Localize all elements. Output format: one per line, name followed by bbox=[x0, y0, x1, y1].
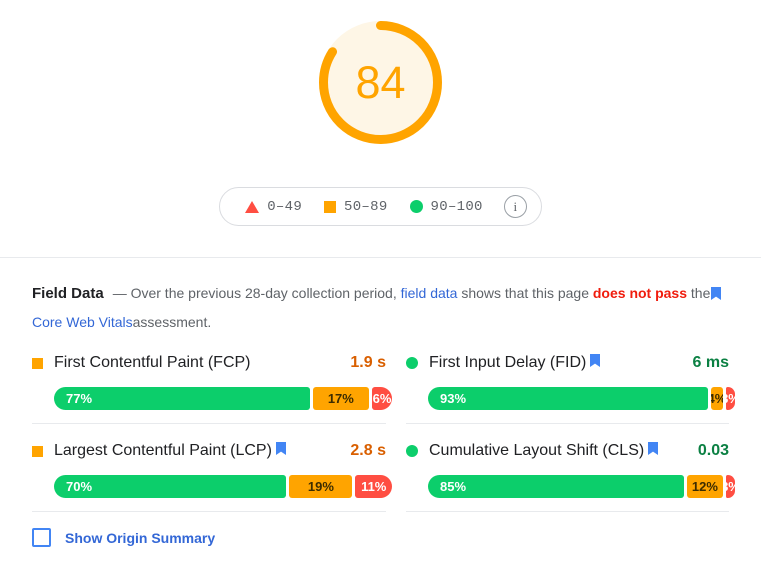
metric-value: 2.8 s bbox=[350, 442, 386, 459]
metric-name: Cumulative Layout Shift (CLS) bbox=[429, 442, 645, 459]
origin-summary-label: Show Origin Summary bbox=[65, 529, 216, 546]
score-legend: 0–49 50–89 90–100 i bbox=[219, 187, 542, 226]
bookmark-icon bbox=[711, 282, 722, 309]
field-data-text-3: the bbox=[690, 285, 711, 301]
legend-item-good: 90–100 bbox=[399, 199, 494, 215]
field-data-title: Field Data bbox=[32, 285, 104, 302]
metric-name: Largest Contentful Paint (LCP) bbox=[54, 442, 272, 459]
bar-segment-average: 17% bbox=[312, 387, 370, 410]
metric-row: First Input Delay (FID) 6 ms 93%4%3% bbox=[406, 350, 735, 424]
legend-label-average: 50–89 bbox=[344, 198, 388, 215]
core-web-vitals-link[interactable]: Core Web Vitals bbox=[32, 314, 133, 330]
field-data-section: Field Data — Over the previous 28-day col… bbox=[0, 258, 761, 547]
metric-header: First Contentful Paint (FCP) 1.9 s bbox=[32, 350, 386, 376]
field-data-dash: — bbox=[112, 285, 127, 301]
bar-segment-good: 77% bbox=[54, 387, 310, 410]
metric-value: 0.03 bbox=[697, 442, 729, 459]
score-gauge-section: 84 bbox=[0, 0, 761, 165]
performance-score-gauge[interactable]: 84 bbox=[316, 18, 445, 147]
metric-row: Cumulative Layout Shift (CLS) 0.03 85%12%3… bbox=[406, 438, 735, 512]
circle-icon bbox=[409, 200, 423, 213]
metric-header: Cumulative Layout Shift (CLS) 0.03 bbox=[406, 438, 729, 464]
bar-segment-average: 19% bbox=[289, 475, 353, 498]
field-data-text-2: shows that this page bbox=[461, 285, 589, 301]
metric-distribution-bar: 85%12%3% bbox=[428, 475, 735, 498]
metric-name: First Contentful Paint (FCP) bbox=[54, 354, 251, 371]
bar-segment-good: 93% bbox=[428, 387, 708, 410]
legend-label-poor: 0–49 bbox=[267, 198, 303, 215]
metric-distribution-bar: 70% 19% 11% bbox=[54, 475, 392, 498]
bar-segment-average: 12% bbox=[686, 475, 723, 498]
square-amber-icon bbox=[32, 445, 43, 457]
metric-row: Largest Contentful Paint (LCP) 2.8 s 70% 19… bbox=[32, 438, 392, 512]
legend-label-good: 90–100 bbox=[430, 198, 483, 215]
metric-distribution-bar: 77% 17% 6% bbox=[54, 387, 392, 410]
bookmark-icon bbox=[590, 354, 601, 372]
bar-segment-poor: 3% bbox=[725, 475, 735, 498]
metric-header: First Input Delay (FID) 6 ms bbox=[406, 350, 729, 376]
bar-segment-poor: 11% bbox=[355, 475, 392, 498]
bar-segment-poor: 3% bbox=[725, 387, 735, 410]
legend-item-average: 50–89 bbox=[313, 199, 399, 215]
bar-segment-good: 85% bbox=[428, 475, 684, 498]
metric-value: 1.9 s bbox=[350, 354, 386, 371]
bookmark-icon bbox=[275, 442, 286, 460]
bar-segment-good: 70% bbox=[54, 475, 287, 498]
show-origin-summary-toggle[interactable]: Show Origin Summary bbox=[32, 528, 215, 547]
triangle-icon bbox=[245, 200, 260, 213]
legend-item-poor: 0–49 bbox=[234, 199, 313, 215]
bar-segment-average: 4% bbox=[710, 387, 723, 410]
circle-green-icon bbox=[406, 445, 418, 457]
info-icon[interactable]: i bbox=[503, 195, 527, 218]
bookmark-icon bbox=[648, 442, 659, 460]
field-data-text-4: assessment. bbox=[132, 314, 212, 330]
square-icon bbox=[324, 200, 337, 213]
field-data-header: Field Data — Over the previous 28-day col… bbox=[32, 280, 729, 336]
circle-green-icon bbox=[406, 357, 418, 369]
metric-header: Largest Contentful Paint (LCP) 2.8 s bbox=[32, 438, 386, 464]
assessment-result: does not pass bbox=[592, 285, 688, 301]
metric-distribution-bar: 93%4%3% bbox=[428, 387, 735, 410]
field-data-link[interactable]: field data bbox=[401, 285, 458, 301]
metric-row: First Contentful Paint (FCP) 1.9 s 77% 17% 6… bbox=[32, 350, 392, 424]
origin-summary-checkbox[interactable] bbox=[32, 528, 51, 547]
bar-segment-poor: 6% bbox=[372, 387, 392, 410]
score-legend-section: 0–49 50–89 90–100 i bbox=[0, 187, 761, 226]
field-data-text-1: Over the previous 28-day collection peri… bbox=[130, 285, 397, 301]
metric-name: First Input Delay (FID) bbox=[429, 354, 587, 371]
metric-value: 6 ms bbox=[692, 354, 729, 371]
metrics-grid: First Contentful Paint (FCP) 1.9 s 77% 17% 6… bbox=[32, 350, 735, 526]
score-value: 84 bbox=[355, 57, 406, 108]
square-amber-icon bbox=[32, 357, 43, 369]
